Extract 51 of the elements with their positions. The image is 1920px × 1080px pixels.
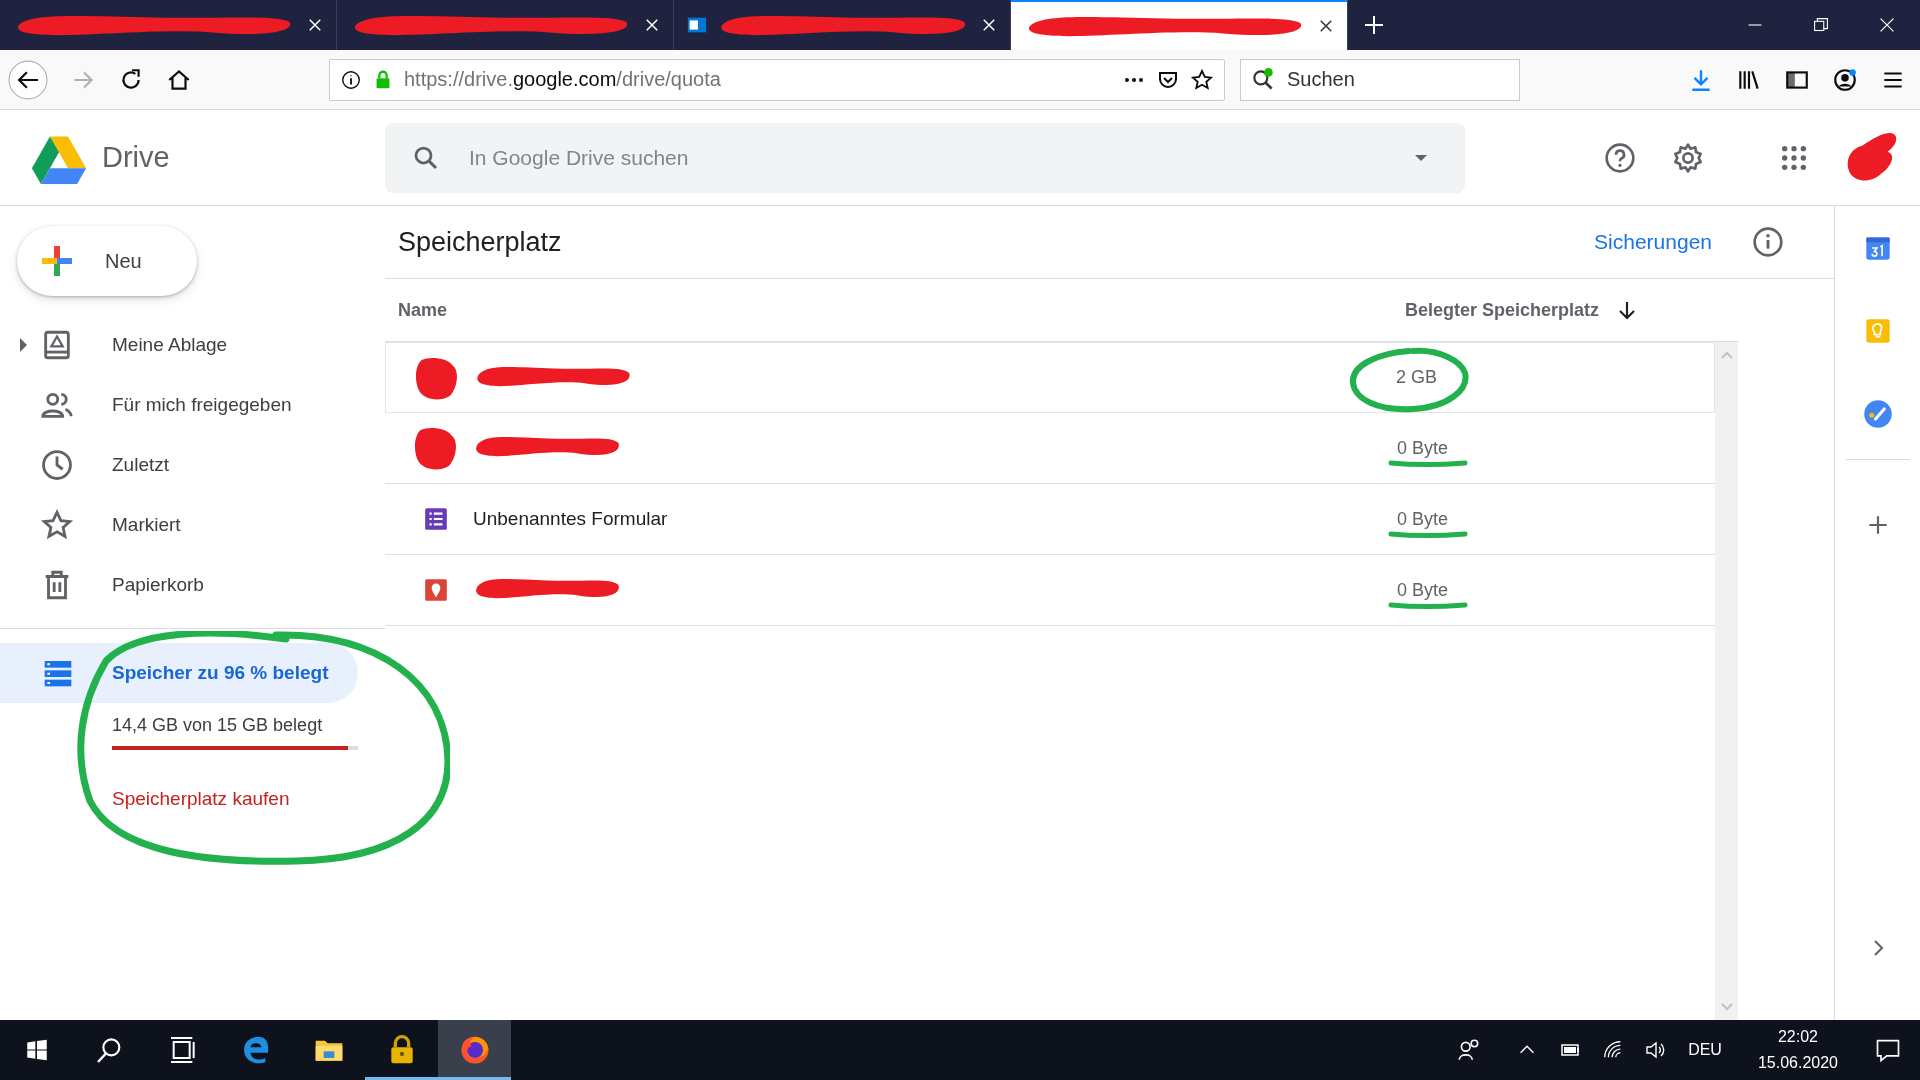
buy-storage-link[interactable]: Speicherplatz kaufen [112, 788, 290, 810]
file-row[interactable]: Unbenanntes Formular 0 Byte [385, 484, 1715, 555]
map-pin-icon [422, 577, 449, 603]
file-size: 0 Byte [1397, 437, 1449, 458]
url-text: https://drive.google.com/drive/quota [404, 68, 722, 91]
nav-item[interactable]: Meine Ablage [0, 315, 358, 375]
column-header[interactable]: Belegter Speicherplatz [1405, 299, 1600, 321]
redaction-scribble [412, 425, 459, 471]
nav-item[interactable]: Papierkorb [0, 555, 358, 615]
address-bar[interactable]: https://drive.google.com/drive/quota [329, 58, 1225, 101]
info-icon[interactable] [1752, 226, 1784, 258]
clock[interactable]: 22:02 15.06.2020 [1757, 1024, 1838, 1076]
plus-icon[interactable] [1362, 13, 1386, 37]
file-size: 0 Byte [1397, 508, 1449, 529]
file-size: 2 GB [1396, 367, 1438, 387]
browser-tab[interactable] [1011, 0, 1348, 50]
file-row[interactable]: 0 Byte [385, 555, 1715, 626]
file-row[interactable]: 2 GB [385, 342, 1715, 413]
settings-icon[interactable] [1672, 141, 1704, 174]
search-field[interactable]: Suchen [1240, 58, 1520, 101]
nav-item[interactable]: Zuletzt [0, 435, 358, 495]
file-name: Unbenanntes Formular [473, 508, 668, 529]
nav-item[interactable]: Markiert [0, 495, 358, 555]
backups-link[interactable]: Sicherungen [1594, 230, 1712, 254]
storage-usage-text: 14,4 GB von 15 GB belegt [112, 715, 324, 736]
close-icon[interactable] [306, 16, 324, 34]
form-icon [422, 506, 449, 532]
info-icon[interactable] [340, 68, 362, 91]
close-icon[interactable] [980, 16, 998, 34]
plus-icon [39, 243, 75, 279]
star-icon[interactable] [1190, 67, 1214, 92]
page-title: Speicherplatz [398, 226, 562, 258]
file-row[interactable]: 0 Byte [385, 413, 1715, 484]
file-size: 0 Byte [1397, 579, 1449, 600]
back-icon[interactable] [8, 59, 48, 100]
app-name: Drive [102, 141, 170, 174]
expand-caret-icon[interactable] [18, 338, 28, 352]
close-icon[interactable] [643, 16, 661, 34]
account-icon[interactable] [1832, 66, 1858, 93]
new-button[interactable]: Neu [17, 226, 197, 296]
nav-item[interactable]: Für mich freigegeben [0, 375, 358, 435]
language-indicator[interactable]: DEU [1688, 1041, 1722, 1059]
search-field[interactable]: In Google Drive suchen [385, 122, 1465, 193]
storage-item[interactable]: Speicher zu 96 % belegt [0, 643, 358, 703]
clock-icon [40, 448, 74, 482]
check-circle-icon[interactable] [1862, 399, 1893, 429]
column-header[interactable]: Name [398, 299, 448, 320]
help-icon[interactable] [1604, 141, 1636, 174]
apps-grid-icon[interactable] [1780, 143, 1808, 172]
close-icon[interactable] [1317, 17, 1335, 35]
star-icon [40, 508, 74, 542]
